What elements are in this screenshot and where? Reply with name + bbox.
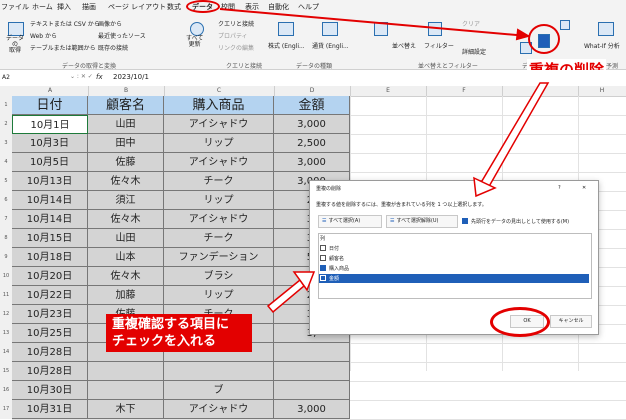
table-cell[interactable] bbox=[88, 381, 164, 400]
table-cell[interactable]: 10月30日 bbox=[12, 381, 88, 400]
table-cell[interactable]: アイシャドウ bbox=[164, 400, 274, 419]
table-cell[interactable]: 木下 bbox=[88, 400, 164, 419]
table-cell[interactable]: 3,000 bbox=[274, 400, 350, 419]
arrow-shaft bbox=[266, 278, 305, 314]
table-cell[interactable]: ブ bbox=[164, 381, 274, 400]
table-cell[interactable] bbox=[274, 381, 350, 400]
table-cell[interactable]: 10月31日 bbox=[12, 400, 88, 419]
check-annotation-box: 重複確認する項目に チェックを入れる bbox=[106, 314, 252, 352]
arrowhead bbox=[515, 28, 531, 41]
check-annotation-line2: チェックを入れる bbox=[112, 334, 217, 349]
arrow-shaft bbox=[477, 82, 550, 191]
check-annotation-line1: 重複確認する項目に bbox=[112, 317, 230, 332]
arrow-text-to-checkbox bbox=[266, 271, 316, 314]
arrow-remove-to-dialog bbox=[473, 82, 550, 198]
arrow-data-to-remove bbox=[219, 8, 529, 37]
annotation-arrows bbox=[219, 8, 550, 314]
